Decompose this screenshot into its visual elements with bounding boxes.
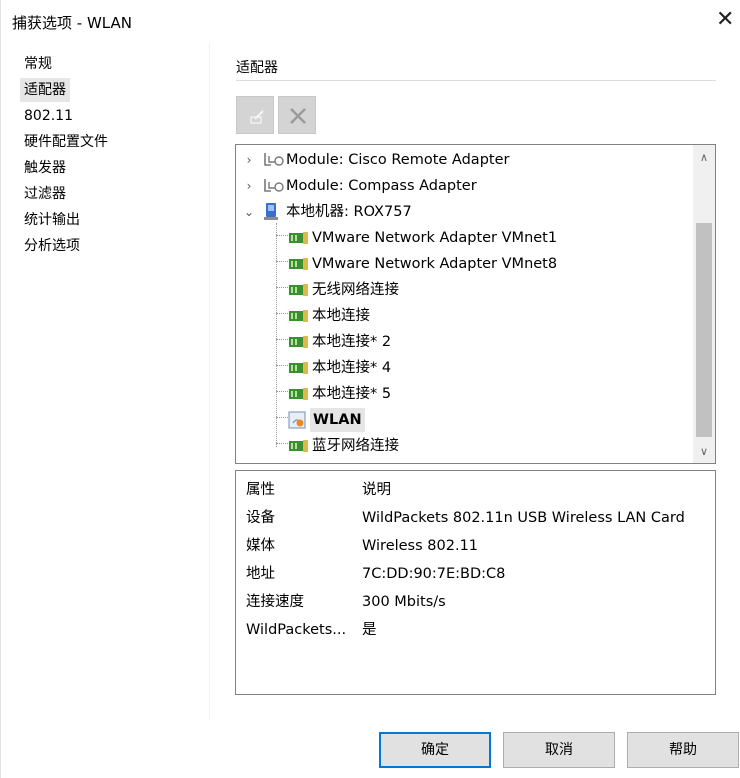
property-key: 连接速度 [246, 594, 304, 610]
table-row: WildPackets... 是 [236, 617, 714, 643]
property-value: 300 Mbits/s [362, 594, 446, 610]
table-row: 连接速度 300 Mbits/s [236, 589, 714, 615]
cancel-button[interactable]: 取消 [503, 732, 615, 768]
property-key: 设备 [246, 510, 275, 526]
title-bar: 捕获选项 - WLAN ✕ [0, 0, 740, 44]
property-value: Wireless 802.11 [362, 538, 479, 554]
property-key: 媒体 [246, 538, 275, 554]
delete-button[interactable] [278, 96, 316, 134]
column-header-property: 属性 [246, 482, 275, 498]
section-title: 适配器 [236, 60, 278, 76]
tree-item-label: Module: Compass Adapter [286, 178, 477, 194]
tree-item-label: WLAN [310, 408, 365, 432]
scrollbar-thumb[interactable] [696, 223, 712, 437]
network-card-icon [289, 362, 308, 374]
tree-item-label: 无线网络连接 [312, 282, 399, 298]
section-divider [236, 80, 716, 81]
network-card-icon [289, 388, 308, 400]
network-card-icon [289, 232, 308, 244]
nav-item-general[interactable]: 常规 [20, 52, 56, 76]
table-row: 设备 WildPackets 802.11n USB Wireless LAN … [236, 505, 714, 531]
column-header-description: 说明 [362, 482, 391, 498]
tree-item-label: 本地连接* 2 [312, 334, 392, 350]
close-icon[interactable]: ✕ [716, 8, 734, 32]
network-card-icon [289, 310, 308, 322]
network-card-icon [289, 284, 308, 296]
table-row: 媒体 Wireless 802.11 [236, 533, 714, 559]
ok-button[interactable]: 确定 [379, 732, 491, 768]
nav-item-triggers[interactable]: 触发器 [20, 156, 70, 180]
tree-connector [276, 223, 277, 447]
tree-item-label: VMware Network Adapter VMnet8 [312, 256, 558, 272]
computer-icon [264, 203, 278, 220]
tree-item-label: 蓝牙网络连接 [312, 438, 399, 454]
properties-table: 属性 说明 设备 WildPackets 802.11n USB Wireles… [235, 470, 716, 695]
network-card-icon [289, 440, 308, 452]
collapse-chevron-icon[interactable]: ⌄ [244, 200, 254, 224]
table-row: 地址 7C:DD:90:7E:BD:C8 [236, 561, 714, 587]
properties-header-row: 属性 说明 [236, 477, 714, 503]
nav-item-hardware-profile[interactable]: 硬件配置文件 [20, 130, 112, 154]
tree-item-label: VMware Network Adapter VMnet1 [312, 230, 558, 246]
tree-item-label: Module: Cisco Remote Adapter [286, 152, 510, 168]
nav-item-filters[interactable]: 过滤器 [20, 182, 70, 206]
adapter-tree[interactable]: › Module: Cisco Remote Adapter › Module:… [235, 144, 716, 464]
help-button[interactable]: 帮助 [627, 732, 739, 768]
tree-item-label: 本地机器: ROX757 [286, 204, 412, 220]
expand-chevron-icon[interactable]: › [244, 148, 254, 172]
window-left-edge [0, 0, 1, 778]
module-icon [264, 179, 284, 192]
property-value: 是 [362, 622, 377, 638]
nav-item-adapter[interactable]: 适配器 [20, 78, 70, 102]
property-value: WildPackets 802.11n USB Wireless LAN Car… [362, 510, 685, 526]
scroll-up-icon[interactable]: ∧ [693, 147, 715, 169]
nav-item-statistics-output[interactable]: 统计输出 [20, 208, 84, 232]
window-title: 捕获选项 - WLAN [12, 14, 132, 32]
tree-item-label: 本地连接 [312, 308, 370, 324]
module-icon [264, 153, 284, 166]
wireless-adapter-icon [288, 411, 306, 429]
property-key: 地址 [246, 566, 275, 582]
nav-divider [209, 44, 210, 720]
network-card-icon [289, 258, 308, 270]
property-value: 7C:DD:90:7E:BD:C8 [362, 566, 506, 582]
nav-item-analysis-options[interactable]: 分析选项 [20, 234, 84, 258]
edit-icon [250, 110, 264, 124]
property-key: WildPackets... [246, 622, 347, 638]
edit-button[interactable] [236, 96, 274, 134]
nav-item-802-11[interactable]: 802.11 [20, 104, 77, 128]
delete-icon [290, 108, 306, 124]
network-card-icon [289, 336, 308, 348]
tree-item-label: 本地连接* 5 [312, 386, 392, 402]
scroll-down-icon[interactable]: ∨ [693, 441, 715, 463]
tree-item-label: 本地连接* 4 [312, 360, 392, 376]
expand-chevron-icon[interactable]: › [244, 174, 254, 198]
tree-scrollbar[interactable]: ∧ ∨ [693, 145, 715, 463]
